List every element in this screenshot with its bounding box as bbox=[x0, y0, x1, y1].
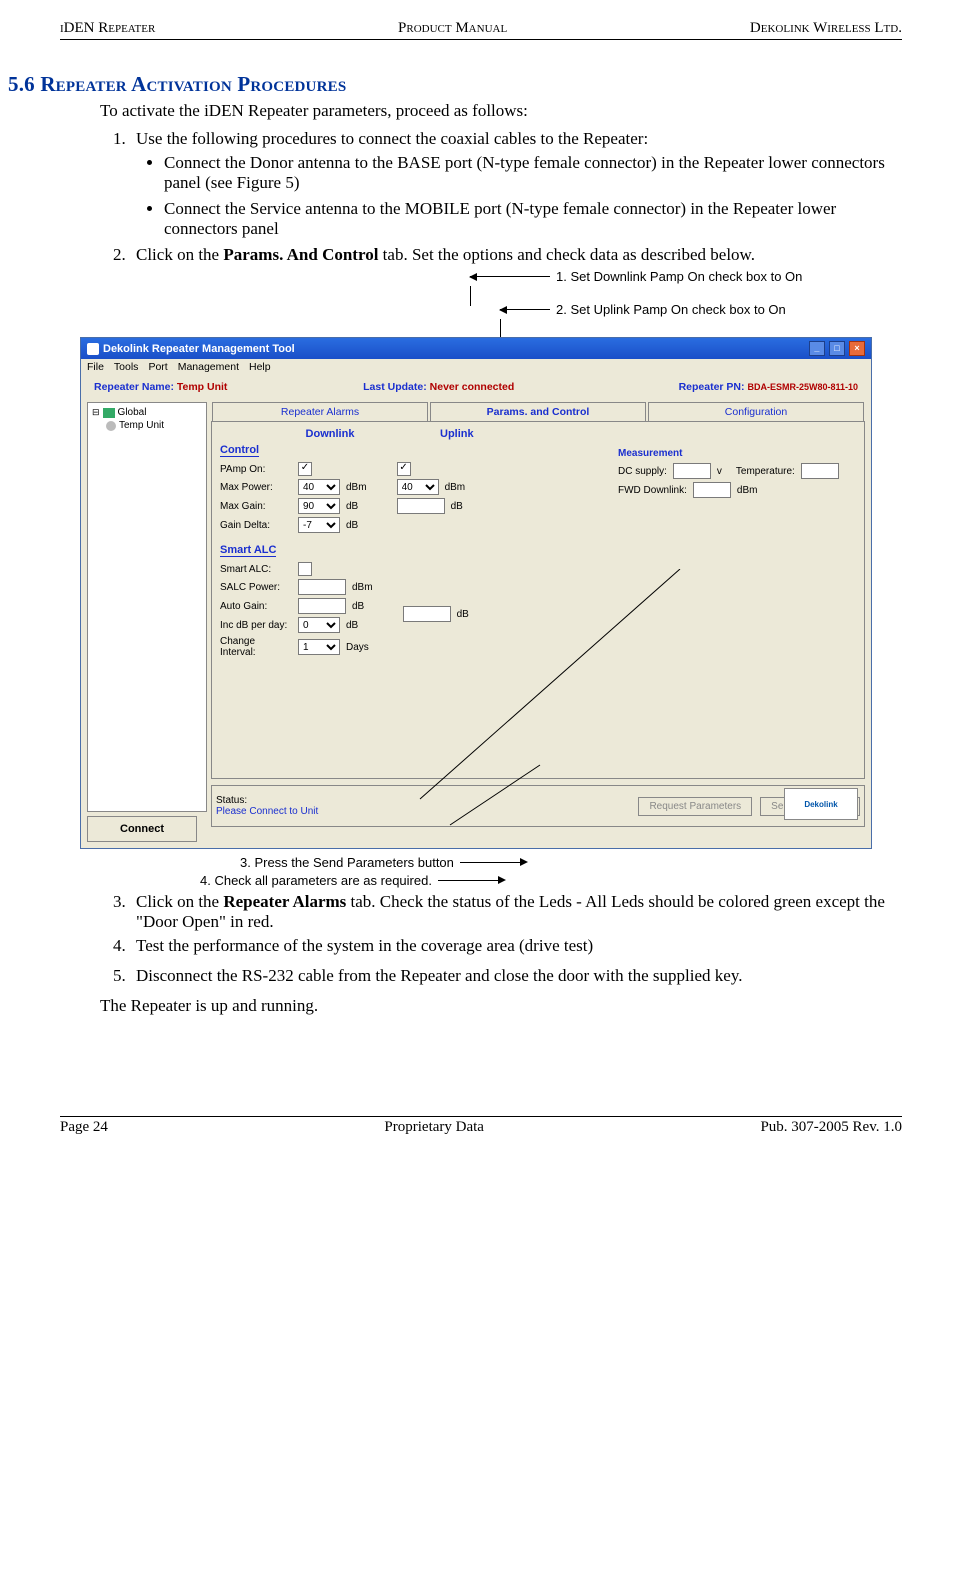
info-bar: Repeater Name: Temp Unit Last Update: Ne… bbox=[81, 375, 871, 402]
tree-child[interactable]: Temp Unit bbox=[106, 420, 202, 431]
measurement-group: Measurement DC supply:v Temperature: FWD… bbox=[618, 448, 858, 501]
dl-max-power-select[interactable]: 40 bbox=[298, 479, 340, 495]
inc-db-select[interactable]: 0 bbox=[298, 617, 340, 633]
change-interval-select[interactable]: 1 bbox=[298, 639, 340, 655]
callout-1: 1. Set Downlink Pamp On check box to On bbox=[470, 269, 902, 284]
menu-port[interactable]: Port bbox=[148, 361, 167, 373]
app-icon bbox=[87, 343, 99, 355]
step-1b: Connect the Service antenna to the MOBIL… bbox=[164, 199, 902, 239]
intro-text: To activate the iDEN Repeater parameters… bbox=[100, 101, 902, 121]
footer-right: Pub. 307-2005 Rev. 1.0 bbox=[760, 1119, 902, 1136]
maximize-button[interactable]: □ bbox=[829, 341, 845, 356]
menubar: File Tools Port Management Help bbox=[81, 359, 871, 375]
downlink-header: Downlink bbox=[306, 428, 355, 440]
minimize-button[interactable]: _ bbox=[809, 341, 825, 356]
connect-button[interactable]: Connect bbox=[87, 816, 197, 842]
footer-left: Page 24 bbox=[60, 1119, 108, 1136]
callout-4: 4. Check all parameters are as required. bbox=[200, 873, 902, 888]
menu-tools[interactable]: Tools bbox=[114, 361, 139, 373]
steps-list-cont: Click on the Repeater Alarms tab. Check … bbox=[130, 892, 902, 986]
titlebar: Dekolink Repeater Management Tool _ □ × bbox=[81, 338, 871, 359]
header-left: iDEN Repeater bbox=[60, 20, 155, 37]
step-1a: Connect the Donor antenna to the BASE po… bbox=[164, 153, 902, 193]
tab-params-control[interactable]: Params. and Control bbox=[430, 402, 646, 421]
fwd-downlink-input bbox=[693, 482, 731, 498]
ul-pamp-checkbox[interactable] bbox=[397, 462, 411, 476]
auto-gain-input[interactable] bbox=[298, 598, 346, 614]
tree-root[interactable]: ⊟Global bbox=[92, 407, 202, 418]
step-1: Use the following procedures to connect … bbox=[130, 129, 902, 239]
header-right: Dekolink Wireless Ltd. bbox=[750, 20, 902, 37]
dl-gain-delta-select[interactable]: -7 bbox=[298, 517, 340, 533]
header-center: Product Manual bbox=[398, 20, 507, 37]
ul-max-gain-input[interactable] bbox=[397, 498, 445, 514]
tab-repeater-alarms[interactable]: Repeater Alarms bbox=[212, 402, 428, 421]
step-5: Disconnect the RS-232 cable from the Rep… bbox=[130, 966, 902, 986]
step-2: Click on the Params. And Control tab. Se… bbox=[130, 245, 902, 265]
dl-pamp-checkbox[interactable] bbox=[298, 462, 312, 476]
temperature-input bbox=[801, 463, 839, 479]
step-4: Test the performance of the system in th… bbox=[130, 936, 902, 956]
uplink-header: Uplink bbox=[440, 428, 474, 440]
callout-2: 2. Set Uplink Pamp On check box to On bbox=[500, 302, 902, 317]
footer-center: Proprietary Data bbox=[384, 1119, 484, 1136]
page-footer: Page 24 Proprietary Data Pub. 307-2005 R… bbox=[60, 1116, 902, 1136]
closing-text: The Repeater is up and running. bbox=[100, 996, 902, 1016]
status-bar: Status: Please Connect to Unit Request P… bbox=[211, 785, 865, 827]
steps-list: Use the following procedures to connect … bbox=[130, 129, 902, 265]
callout-3: 3. Press the Send Parameters button bbox=[240, 855, 902, 870]
menu-management[interactable]: Management bbox=[178, 361, 239, 373]
tabs-row: Repeater Alarms Params. and Control Conf… bbox=[211, 402, 865, 421]
dl-max-gain-select[interactable]: 90 bbox=[298, 498, 340, 514]
screenshot-figure: 1. Set Downlink Pamp On check box to On … bbox=[80, 269, 902, 888]
menu-file[interactable]: File bbox=[87, 361, 104, 373]
menu-help[interactable]: Help bbox=[249, 361, 271, 373]
request-parameters-button[interactable]: Request Parameters bbox=[638, 797, 752, 816]
window-buttons: _ □ × bbox=[808, 341, 865, 356]
ul-max-power-select[interactable]: 40 bbox=[397, 479, 439, 495]
dc-supply-input bbox=[673, 463, 711, 479]
logo: Dekolink bbox=[784, 788, 858, 820]
page-header: iDEN Repeater Product Manual Dekolink Wi… bbox=[60, 20, 902, 40]
close-button[interactable]: × bbox=[849, 341, 865, 356]
app-window: Dekolink Repeater Management Tool _ □ × … bbox=[80, 337, 872, 849]
tab-configuration[interactable]: Configuration bbox=[648, 402, 864, 421]
section-heading: 5.6 Repeater Activation Procedures bbox=[8, 72, 902, 97]
tree-panel: ⊟Global Temp Unit bbox=[87, 402, 207, 812]
smart-alc-group-label: Smart ALC bbox=[220, 544, 276, 557]
smart-alc-checkbox[interactable] bbox=[298, 562, 312, 576]
params-panel: Downlink Uplink Control PAmp On: Max Pow… bbox=[211, 421, 865, 779]
salc-power-input[interactable] bbox=[298, 579, 346, 595]
step-3: Click on the Repeater Alarms tab. Check … bbox=[130, 892, 902, 932]
ul-auto-gain-input[interactable] bbox=[403, 606, 451, 622]
control-group-label: Control bbox=[220, 444, 259, 457]
